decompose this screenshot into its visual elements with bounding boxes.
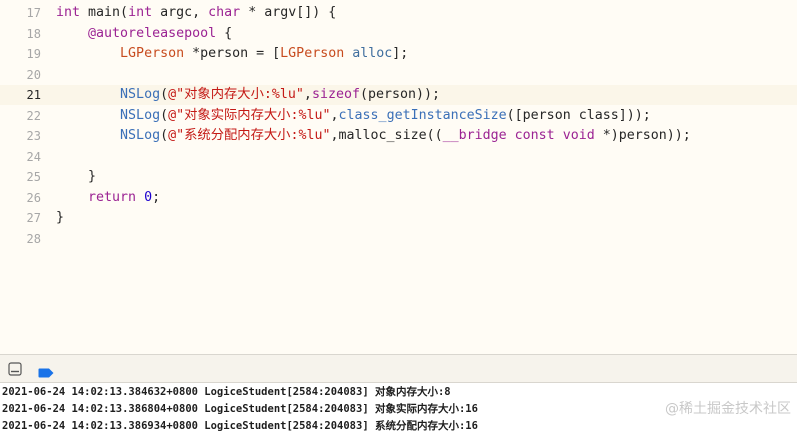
code-line[interactable]: 18 @autoreleasepool {: [0, 24, 797, 44]
debug-bar: [0, 355, 797, 382]
code-line[interactable]: 23 NSLog(@"系统分配内存大小:%lu",malloc_size((__…: [0, 126, 797, 146]
line-number: 22: [26, 108, 41, 123]
code-token: const: [514, 128, 555, 143]
code-token: (: [160, 107, 169, 123]
code-token: __bridge: [442, 128, 507, 143]
code-line[interactable]: 27}: [0, 208, 797, 228]
code-token: LGPerson: [120, 46, 185, 61]
code-token: ];: [392, 46, 409, 61]
code-token: @"系统分配内存大小:%lu": [168, 128, 331, 143]
code-token: int: [56, 5, 81, 20]
code-text: }: [56, 208, 64, 228]
code-line[interactable]: 26 return 0;: [0, 188, 797, 208]
code-text: int main(int argc, char * argv[]) {: [56, 3, 336, 23]
line-number: 27: [26, 211, 41, 225]
code-text: LGPerson *person = [LGPerson alloc];: [56, 44, 408, 64]
code-token: NSLog: [120, 128, 161, 143]
code-text: @autoreleasepool {: [56, 24, 232, 44]
code-token: *person = [: [184, 46, 281, 61]
line-number: 18: [26, 26, 41, 41]
code-token: (: [160, 128, 169, 143]
breakpoint-icon[interactable]: [38, 363, 54, 378]
code-token: {: [216, 25, 233, 41]
code-token: alloc: [352, 46, 393, 61]
code-token: *)person));: [594, 128, 691, 143]
line-number: 21: [26, 88, 41, 102]
code-line[interactable]: 17 int main(int argc, char * argv[]) {: [0, 3, 797, 23]
code-text: NSLog(@"对象内存大小:%lu",sizeof(person));: [56, 85, 440, 105]
code-token: LGPerson: [280, 46, 345, 61]
code-text: NSLog(@"对象实际内存大小:%lu",class_getInstanceS…: [56, 106, 651, 126]
line-number: 17: [26, 6, 41, 20]
code-token: }: [56, 210, 65, 225]
code-token: ,: [303, 87, 312, 102]
code-token: 0: [144, 189, 153, 205]
code-token: @"对象内存大小:%lu": [168, 87, 304, 102]
line-number: 19: [26, 47, 41, 61]
line-number: 26: [26, 190, 41, 205]
code-text: NSLog(@"系统分配内存大小:%lu",malloc_size((__bri…: [56, 126, 691, 146]
code-token: * argv[]) {: [240, 5, 337, 20]
line-number: 24: [26, 149, 41, 164]
line-number: 25: [26, 170, 41, 184]
code-line[interactable]: 21 NSLog(@"对象内存大小:%lu",sizeof(person));: [0, 85, 797, 105]
code-token: ,: [330, 107, 339, 123]
hide-debug-area-icon[interactable]: [8, 361, 22, 376]
code-token: @autoreleasepool: [88, 25, 217, 41]
code-token: NSLog: [120, 107, 161, 123]
code-token: char: [208, 5, 241, 20]
code-token: sizeof: [311, 87, 360, 102]
code-token: (: [160, 87, 169, 102]
code-token: argc,: [152, 5, 209, 20]
console-line: 2021-06-24 14:02:13.384632+0800 LogiceSt…: [2, 386, 451, 398]
code-editor[interactable]: 17 int main(int argc, char * argv[]) {18 …: [0, 0, 797, 354]
code-token: NSLog: [120, 87, 161, 102]
watermark: @稀土掘金技术社区: [665, 401, 791, 417]
line-number: 20: [26, 67, 41, 82]
code-line[interactable]: 20: [0, 65, 797, 85]
line-number: 28: [26, 231, 41, 246]
console-line: 2021-06-24 14:02:13.386804+0800 LogiceSt…: [2, 403, 478, 415]
code-token: void: [562, 128, 595, 143]
code-token: return: [88, 189, 137, 205]
code-token: (person));: [359, 87, 441, 102]
console-line: 2021-06-24 14:02:13.386934+0800 LogiceSt…: [2, 420, 478, 432]
code-line[interactable]: 24: [0, 147, 797, 167]
code-line[interactable]: 28: [0, 229, 797, 249]
code-token: ;: [152, 189, 161, 205]
code-line[interactable]: 19 LGPerson *person = [LGPerson alloc];: [0, 44, 797, 64]
code-token: ,malloc_size((: [330, 128, 443, 143]
code-text: return 0;: [56, 188, 160, 208]
code-token: ([person class]));: [506, 107, 651, 123]
code-text: }: [56, 167, 96, 187]
code-token: }: [56, 169, 97, 184]
code-token: int: [128, 5, 153, 20]
code-line[interactable]: 25 }: [0, 167, 797, 187]
code-token: main(: [80, 5, 129, 20]
line-number: 23: [26, 129, 41, 143]
code-line[interactable]: 22 NSLog(@"对象实际内存大小:%lu",class_getInstan…: [0, 106, 797, 126]
code-token: @"对象实际内存大小:%lu": [168, 107, 331, 123]
code-token: class_getInstanceSize: [338, 107, 507, 123]
